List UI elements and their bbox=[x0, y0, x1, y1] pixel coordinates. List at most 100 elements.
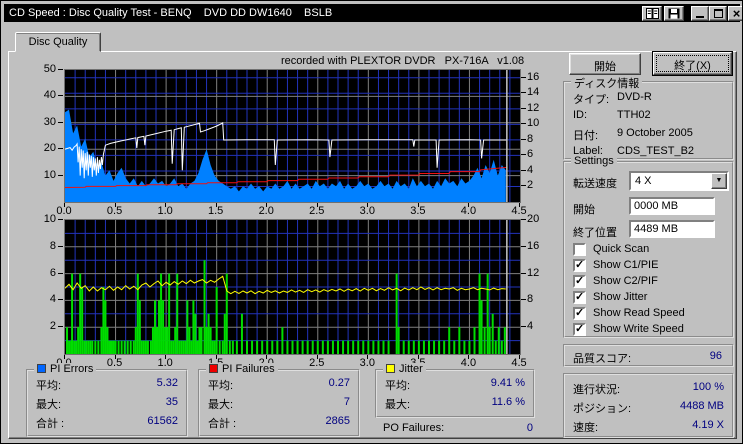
show-jitter-checkbox[interactable]: ✓ bbox=[573, 291, 586, 304]
tick-mark bbox=[521, 123, 526, 125]
show-read-speed-label: Show Read Speed bbox=[593, 307, 685, 319]
pie-avg-value: 5.32 bbox=[156, 377, 178, 389]
tick-mark bbox=[417, 203, 419, 207]
show-write-speed-checkbox[interactable]: ✓ bbox=[573, 323, 586, 336]
tick-mark bbox=[114, 203, 116, 207]
start-pos-input[interactable] bbox=[629, 197, 715, 215]
y-axis-left-label: 10 bbox=[43, 213, 56, 225]
speed-select-value: 4 X bbox=[635, 175, 652, 187]
jitter-avg-value: 9.41 % bbox=[490, 377, 525, 389]
tick-mark bbox=[58, 326, 63, 328]
disc-type-value: DVD-R bbox=[617, 91, 652, 103]
pie-total-label: 合計 : bbox=[36, 418, 65, 430]
end-pos-input[interactable] bbox=[629, 220, 715, 238]
tick-mark bbox=[521, 154, 526, 156]
tick-mark bbox=[58, 245, 63, 247]
tick-mark bbox=[519, 203, 520, 207]
y-axis-right-label: 6 bbox=[527, 148, 534, 161]
tick-mark bbox=[367, 203, 369, 207]
exit-button[interactable]: 終了(X) bbox=[652, 51, 733, 76]
y-axis-right-label: 2 bbox=[527, 179, 534, 192]
tick-mark bbox=[58, 69, 63, 70]
po-failures-row: PO Failures: 0 bbox=[383, 422, 533, 434]
disc-date-value: 9 October 2005 bbox=[617, 127, 693, 139]
save-icon bbox=[668, 8, 680, 19]
speed-select[interactable]: 4 X ▼ bbox=[629, 171, 729, 191]
tick-mark bbox=[58, 148, 63, 150]
start-pos-label: 開始 bbox=[573, 204, 595, 216]
y-axis-left-label: 4 bbox=[49, 293, 56, 306]
quick-scan-checkbox[interactable] bbox=[573, 243, 586, 256]
tick-mark bbox=[215, 203, 217, 207]
tick-mark bbox=[58, 174, 63, 176]
tick-mark bbox=[266, 203, 268, 207]
y-axis-left-label: 20 bbox=[43, 142, 56, 155]
show-read-speed-checkbox[interactable]: ✓ bbox=[573, 307, 586, 320]
pi-errors-stats-group: PI Errors 平均: 5.32 最大: 35 合計 : 61562 bbox=[26, 363, 188, 437]
start-button-label: 開始 bbox=[594, 61, 616, 73]
pi-failures-stats-title: PI Failures bbox=[206, 363, 278, 375]
report-icon bbox=[645, 8, 659, 19]
y-axis-left-label: 2 bbox=[49, 320, 56, 333]
y-axis-right-label: 8 bbox=[527, 132, 534, 145]
speed-label: 転送速度 bbox=[573, 178, 617, 190]
pi-errors-chart bbox=[64, 69, 521, 203]
pie-max-value: 35 bbox=[165, 396, 178, 408]
tick-mark bbox=[316, 203, 318, 207]
tick-mark bbox=[58, 272, 63, 274]
pif-max-value: 7 bbox=[343, 396, 350, 408]
start-button[interactable]: 開始 bbox=[569, 53, 641, 75]
pif-total-label: 合計 : bbox=[208, 418, 237, 430]
y-axis-right-label: 16 bbox=[527, 239, 540, 252]
y-axis-left-label: 50 bbox=[43, 63, 56, 75]
tick-mark bbox=[316, 355, 318, 359]
tick-mark bbox=[521, 219, 526, 220]
tick-mark bbox=[521, 169, 526, 171]
show-c2pif-checkbox[interactable]: ✓ bbox=[573, 275, 586, 288]
tick-mark bbox=[468, 203, 470, 207]
tick-mark bbox=[519, 355, 520, 359]
maximize-button[interactable] bbox=[709, 6, 727, 21]
y-axis-left-label: 8 bbox=[49, 239, 56, 252]
settings-title: Settings bbox=[571, 155, 617, 167]
tick-mark bbox=[58, 299, 63, 301]
speed-status-value: 4.19 X bbox=[692, 419, 724, 431]
pif-avg-label: 平均: bbox=[208, 380, 234, 392]
disc-date-label: 日付: bbox=[573, 130, 599, 142]
save-button[interactable] bbox=[664, 6, 684, 21]
minimize-icon bbox=[696, 16, 704, 18]
quality-score-label: 品質スコア: bbox=[573, 353, 632, 365]
show-c2pif-label: Show C2/PIF bbox=[593, 275, 658, 287]
jitter-legend-icon bbox=[386, 364, 395, 373]
y-axis-right-label: 8 bbox=[527, 293, 534, 306]
progress-label: 進行状況: bbox=[573, 384, 621, 396]
y-axis-right-label: 4 bbox=[527, 163, 534, 176]
position-value: 4488 MB bbox=[679, 400, 724, 412]
minimize-button[interactable] bbox=[691, 6, 709, 21]
close-button[interactable]: × bbox=[728, 6, 742, 21]
recorded-note: recorded with PLEXTOR DVDR PX-716A v1.08 bbox=[281, 55, 525, 67]
maximize-icon bbox=[713, 9, 723, 18]
title-bar: CD Speed : Disc Quality Test - BENQ DVD … bbox=[4, 4, 742, 22]
show-c1pie-checkbox[interactable]: ✓ bbox=[573, 259, 586, 272]
tick-mark bbox=[165, 355, 167, 359]
window-title: CD Speed : Disc Quality Test - BENQ DVD … bbox=[9, 7, 333, 19]
tick-mark bbox=[64, 203, 65, 207]
tick-mark bbox=[58, 219, 63, 220]
tick-mark bbox=[468, 355, 470, 359]
show-write-speed-label: Show Write Speed bbox=[593, 323, 684, 335]
disc-label-value: CDS_TEST_B2 bbox=[617, 145, 695, 157]
tick-mark bbox=[58, 95, 63, 97]
tick-mark bbox=[521, 299, 526, 301]
app-window: CD Speed : Disc Quality Test - BENQ DVD … bbox=[0, 0, 743, 444]
quality-score-value: 96 bbox=[709, 350, 722, 362]
report-button[interactable] bbox=[642, 6, 662, 21]
jitter-avg-label: 平均: bbox=[385, 380, 411, 392]
pie-total-value: 61562 bbox=[147, 415, 178, 427]
y-axis-right-label: 14 bbox=[527, 86, 540, 99]
tick-mark bbox=[521, 272, 526, 274]
dropdown-button[interactable]: ▼ bbox=[711, 173, 727, 189]
tick-mark bbox=[521, 138, 526, 140]
tick-mark bbox=[266, 355, 268, 359]
tab-disc-quality[interactable]: Disc Quality bbox=[15, 32, 101, 52]
